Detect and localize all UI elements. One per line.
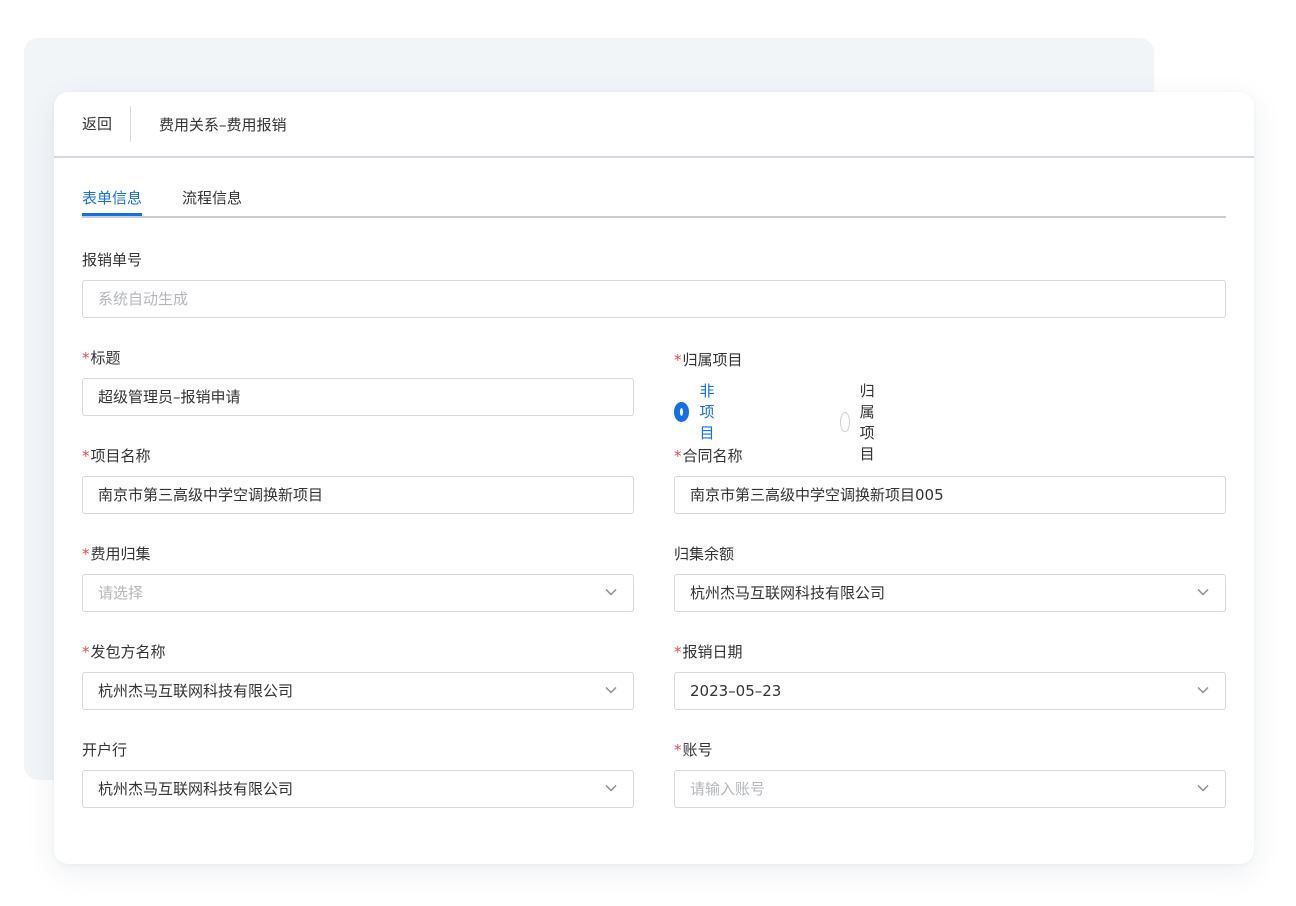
expense-no-label: 报销单号 xyxy=(82,251,143,269)
page-header: 返回 费用关系–费用报销 xyxy=(54,92,1254,158)
cost-collection-label: *费用归集 xyxy=(82,545,151,563)
account-field: *账号 请输入账号 xyxy=(674,740,1226,808)
tab-process-info[interactable]: 流程信息 xyxy=(182,188,242,214)
cost-collection-field: *费用归集 请选择 xyxy=(82,544,634,612)
collection-balance-select[interactable]: 杭州杰马互联网科技有限公司 xyxy=(674,574,1226,612)
required-mark: * xyxy=(82,643,90,661)
bank-label: 开户行 xyxy=(82,741,128,759)
project-name-field: *项目名称 南京市第三高级中学空调换新项目 xyxy=(82,446,634,514)
title-input[interactable]: 超级管理员–报销申请 xyxy=(82,378,634,416)
bank-field: 开户行 杭州杰马互联网科技有限公司 xyxy=(82,740,634,808)
required-mark: * xyxy=(82,545,90,563)
chevron-down-icon xyxy=(605,686,617,694)
cost-collection-select[interactable]: 请选择 xyxy=(82,574,634,612)
bank-select[interactable]: 杭州杰马互联网科技有限公司 xyxy=(82,770,634,808)
collection-balance-label: 归集余额 xyxy=(674,545,735,563)
title-field: *标题 超级管理员–报销申请 xyxy=(82,348,634,416)
radio-unchecked-icon xyxy=(840,412,850,432)
required-mark: * xyxy=(82,349,90,367)
required-mark: * xyxy=(674,447,682,465)
chevron-down-icon xyxy=(1197,686,1209,694)
contract-name-field: *合同名称 南京市第三高级中学空调换新项目005 xyxy=(674,446,1226,514)
radio-checked-icon xyxy=(674,401,690,422)
tab-form-info[interactable]: 表单信息 xyxy=(82,188,143,216)
contractor-name-select[interactable]: 杭州杰马互联网科技有限公司 xyxy=(82,672,634,710)
project-name-label: *项目名称 xyxy=(82,447,151,465)
account-input[interactable]: 请输入账号 xyxy=(674,770,1226,808)
required-mark: * xyxy=(674,351,682,369)
radio-non-project[interactable]: 非项目 xyxy=(674,380,719,443)
chevron-down-icon xyxy=(605,784,617,792)
expense-no-input[interactable]: 系统自动生成 xyxy=(82,280,1226,318)
page-title: 费用关系–费用报销 xyxy=(159,115,287,134)
tab-bar: 表单信息 流程信息 xyxy=(82,188,1226,218)
form-card: 返回 费用关系–费用报销 表单信息 流程信息 报销单号 系统自动生成 *标题 超… xyxy=(54,92,1254,864)
expense-no-field: 报销单号 系统自动生成 xyxy=(82,250,1226,318)
required-mark: * xyxy=(82,447,90,465)
contract-name-input[interactable]: 南京市第三高级中学空调换新项目005 xyxy=(674,476,1226,514)
project-name-input[interactable]: 南京市第三高级中学空调换新项目 xyxy=(82,476,634,514)
contract-name-label: *合同名称 xyxy=(674,447,743,465)
project-belong-label: *归属项目 xyxy=(674,351,743,369)
required-mark: * xyxy=(674,643,682,661)
project-belong-field: *归属项目 非项目 归属项目 xyxy=(674,350,1226,463)
contractor-name-field: *发包方名称 杭州杰马互联网科技有限公司 xyxy=(82,642,634,710)
chevron-down-icon xyxy=(1197,588,1209,596)
expense-date-label: *报销日期 xyxy=(674,643,743,661)
title-label: *标题 xyxy=(82,349,121,367)
expense-date-picker[interactable]: 2023–05–23 xyxy=(674,672,1226,710)
expense-date-field: *报销日期 2023–05–23 xyxy=(674,642,1226,710)
collection-balance-field: 归集余额 杭州杰马互联网科技有限公司 xyxy=(674,544,1226,612)
chevron-down-icon xyxy=(1197,784,1209,792)
back-button[interactable]: 返回 xyxy=(82,106,132,142)
contractor-name-label: *发包方名称 xyxy=(82,643,166,661)
required-mark: * xyxy=(674,741,682,759)
chevron-down-icon xyxy=(605,588,617,596)
account-label: *账号 xyxy=(674,741,713,759)
